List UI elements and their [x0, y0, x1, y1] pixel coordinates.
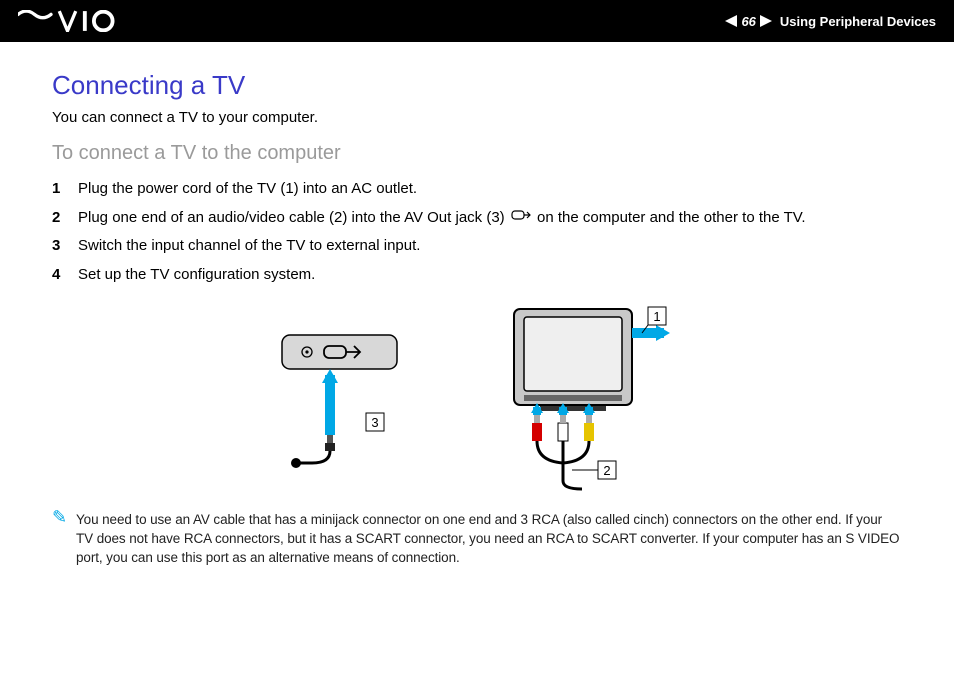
header-right: 66 Using Peripheral Devices: [725, 14, 936, 29]
step-list: Plug the power cord of the TV (1) into a…: [52, 175, 902, 289]
section-title: Using Peripheral Devices: [780, 14, 936, 29]
top-bar: 66 Using Peripheral Devices: [0, 0, 954, 42]
connection-diagram: 3 1: [52, 303, 902, 493]
diagram-label-3: 3: [371, 415, 378, 430]
note-icon: ✎: [52, 505, 67, 530]
step-2-part-b: on the computer and the other to the TV.: [537, 209, 806, 226]
note-block: ✎ You need to use an AV cable that has a…: [52, 511, 902, 568]
note-text: You need to use an AV cable that has a m…: [76, 512, 899, 565]
subtitle: To connect a TV to the computer: [52, 142, 902, 165]
step-item: Switch the input channel of the TV to ex…: [52, 232, 902, 261]
step-2-part-a: Plug one end of an audio/video cable (2)…: [78, 209, 505, 226]
diagram-label-1: 1: [653, 309, 660, 324]
page-navigator: 66: [725, 14, 771, 29]
page-content: Connecting a TV You can connect a TV to …: [0, 42, 954, 592]
diagram-label-2: 2: [603, 463, 610, 478]
page-title: Connecting a TV: [52, 70, 902, 101]
intro-text: You can connect a TV to your computer.: [52, 109, 902, 126]
page-number: 66: [741, 14, 755, 29]
av-out-icon: [511, 204, 531, 233]
step-item: Plug the power cord of the TV (1) into a…: [52, 175, 902, 204]
step-item: Set up the TV configuration system.: [52, 261, 902, 290]
next-page-icon[interactable]: [760, 15, 772, 27]
vaio-logo: [18, 10, 128, 32]
prev-page-icon[interactable]: [725, 15, 737, 27]
step-item: Plug one end of an audio/video cable (2)…: [52, 204, 902, 233]
